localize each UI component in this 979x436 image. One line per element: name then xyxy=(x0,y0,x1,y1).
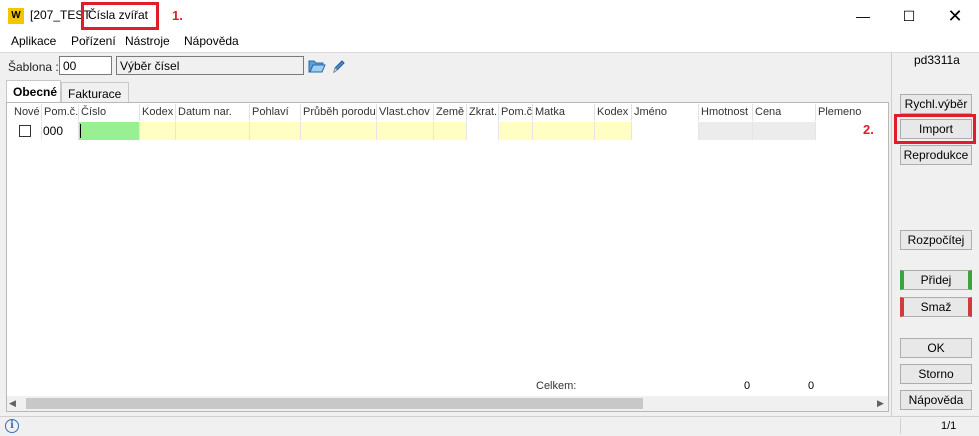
cell-hmotnost[interactable] xyxy=(699,122,753,140)
import-button[interactable]: Import xyxy=(900,119,972,139)
reproduction-button[interactable]: Reprodukce xyxy=(900,145,972,165)
delete-button[interactable]: Smaž xyxy=(900,297,972,317)
column-header-zeme[interactable]: Země xyxy=(434,104,467,121)
minimize-button[interactable]: — xyxy=(840,0,886,32)
template-name-field[interactable]: Výběr čísel xyxy=(116,56,304,75)
cell-kodex-2[interactable] xyxy=(595,122,632,140)
cancel-button[interactable]: Storno xyxy=(900,364,972,384)
tab-obecne[interactable]: Obecné xyxy=(6,80,61,103)
cell-plemeno[interactable] xyxy=(816,122,888,140)
animals-grid xyxy=(6,102,889,412)
annotation-step-2: 2. xyxy=(863,122,874,137)
cell-prubeh-porodu[interactable] xyxy=(301,122,377,140)
template-code-field[interactable]: 00 xyxy=(59,56,112,75)
annotation-step-1: 1. xyxy=(172,8,183,23)
cell-datum-nar[interactable] xyxy=(176,122,250,140)
menu-nastroje[interactable]: Nástroje xyxy=(125,34,170,48)
status-bar xyxy=(0,416,979,436)
panel-divider xyxy=(891,52,892,416)
column-header-matka[interactable]: Matka xyxy=(533,104,595,121)
scrollbar-thumb[interactable] xyxy=(26,398,643,409)
column-header-pom-c-2[interactable]: Pom.č xyxy=(499,104,533,121)
cell-cena[interactable] xyxy=(753,122,816,140)
column-header-kodex-2[interactable]: Kodex xyxy=(595,104,632,121)
open-folder-icon[interactable] xyxy=(308,58,326,74)
edit-pencil-icon[interactable] xyxy=(332,58,346,74)
cell-kodex[interactable] xyxy=(140,122,176,140)
column-header-pohlavi[interactable]: Pohlaví xyxy=(250,104,301,121)
cell-cislo[interactable] xyxy=(79,122,140,140)
form-code-label: pd3311a xyxy=(914,53,960,67)
page-indicator: 1/1 xyxy=(941,420,957,432)
window-title: Čísla zvířat xyxy=(88,8,149,22)
app-logo-icon: W xyxy=(8,8,24,24)
maximize-button[interactable]: ☐ xyxy=(886,0,932,32)
add-button[interactable]: Přidej xyxy=(900,270,972,290)
column-header-hmotnost[interactable]: Hmotnost xyxy=(699,104,753,121)
column-header-prubeh-porodu[interactable]: Průběh porodu xyxy=(301,104,377,121)
column-header-pom-c[interactable]: Pom.č. xyxy=(42,104,79,121)
scroll-left-arrow-icon[interactable]: ◀ xyxy=(9,398,16,409)
cell-pom-c[interactable]: 000 xyxy=(42,122,79,140)
info-icon[interactable]: i xyxy=(5,419,19,433)
column-header-cislo[interactable]: Číslo xyxy=(79,104,140,121)
cell-zeme[interactable] xyxy=(434,122,467,140)
total-weight-value: 0 xyxy=(744,380,751,392)
column-header-datum-nar[interactable]: Datum nar. xyxy=(176,104,250,121)
cell-pohlavi[interactable] xyxy=(250,122,301,140)
menu-porizeni[interactable]: Pořízení xyxy=(71,34,116,48)
total-price-value: 0 xyxy=(808,380,815,392)
help-button[interactable]: Nápověda xyxy=(900,390,972,410)
column-header-kodex[interactable]: Kodex xyxy=(140,104,176,121)
column-header-plemeno[interactable]: Plemeno xyxy=(816,104,888,121)
text-cursor xyxy=(80,124,81,138)
column-header-nove[interactable]: Nové xyxy=(12,104,42,121)
column-header-cena[interactable]: Cena xyxy=(753,104,816,121)
scroll-right-arrow-icon[interactable]: ▶ xyxy=(877,398,884,409)
cell-vlast-chov[interactable] xyxy=(377,122,434,140)
total-label: Celkem: xyxy=(536,380,577,392)
cell-jmeno[interactable] xyxy=(632,122,699,140)
template-label: Šablona : xyxy=(8,60,59,74)
cell-zkrat[interactable] xyxy=(467,122,499,140)
close-button[interactable]: ✕ xyxy=(932,0,978,32)
ok-button[interactable]: OK xyxy=(900,338,972,358)
menu-napoveda[interactable]: Nápověda xyxy=(184,34,239,48)
row-new-checkbox[interactable] xyxy=(19,125,31,137)
column-header-vlast-chov[interactable]: Vlast.chov xyxy=(377,104,434,121)
status-separator xyxy=(900,418,901,434)
column-header-zkrat[interactable]: Zkrat. xyxy=(467,104,499,121)
allocate-button[interactable]: Rozpočítej xyxy=(900,230,972,250)
cell-pom-c-2[interactable] xyxy=(499,122,533,140)
tab-fakturace[interactable]: Fakturace xyxy=(61,82,129,103)
quick-select-button[interactable]: Rychl.výběr xyxy=(900,94,972,114)
menu-aplikace[interactable]: Aplikace xyxy=(11,34,56,48)
column-header-jmeno[interactable]: Jméno xyxy=(632,104,699,121)
cell-matka[interactable] xyxy=(533,122,595,140)
